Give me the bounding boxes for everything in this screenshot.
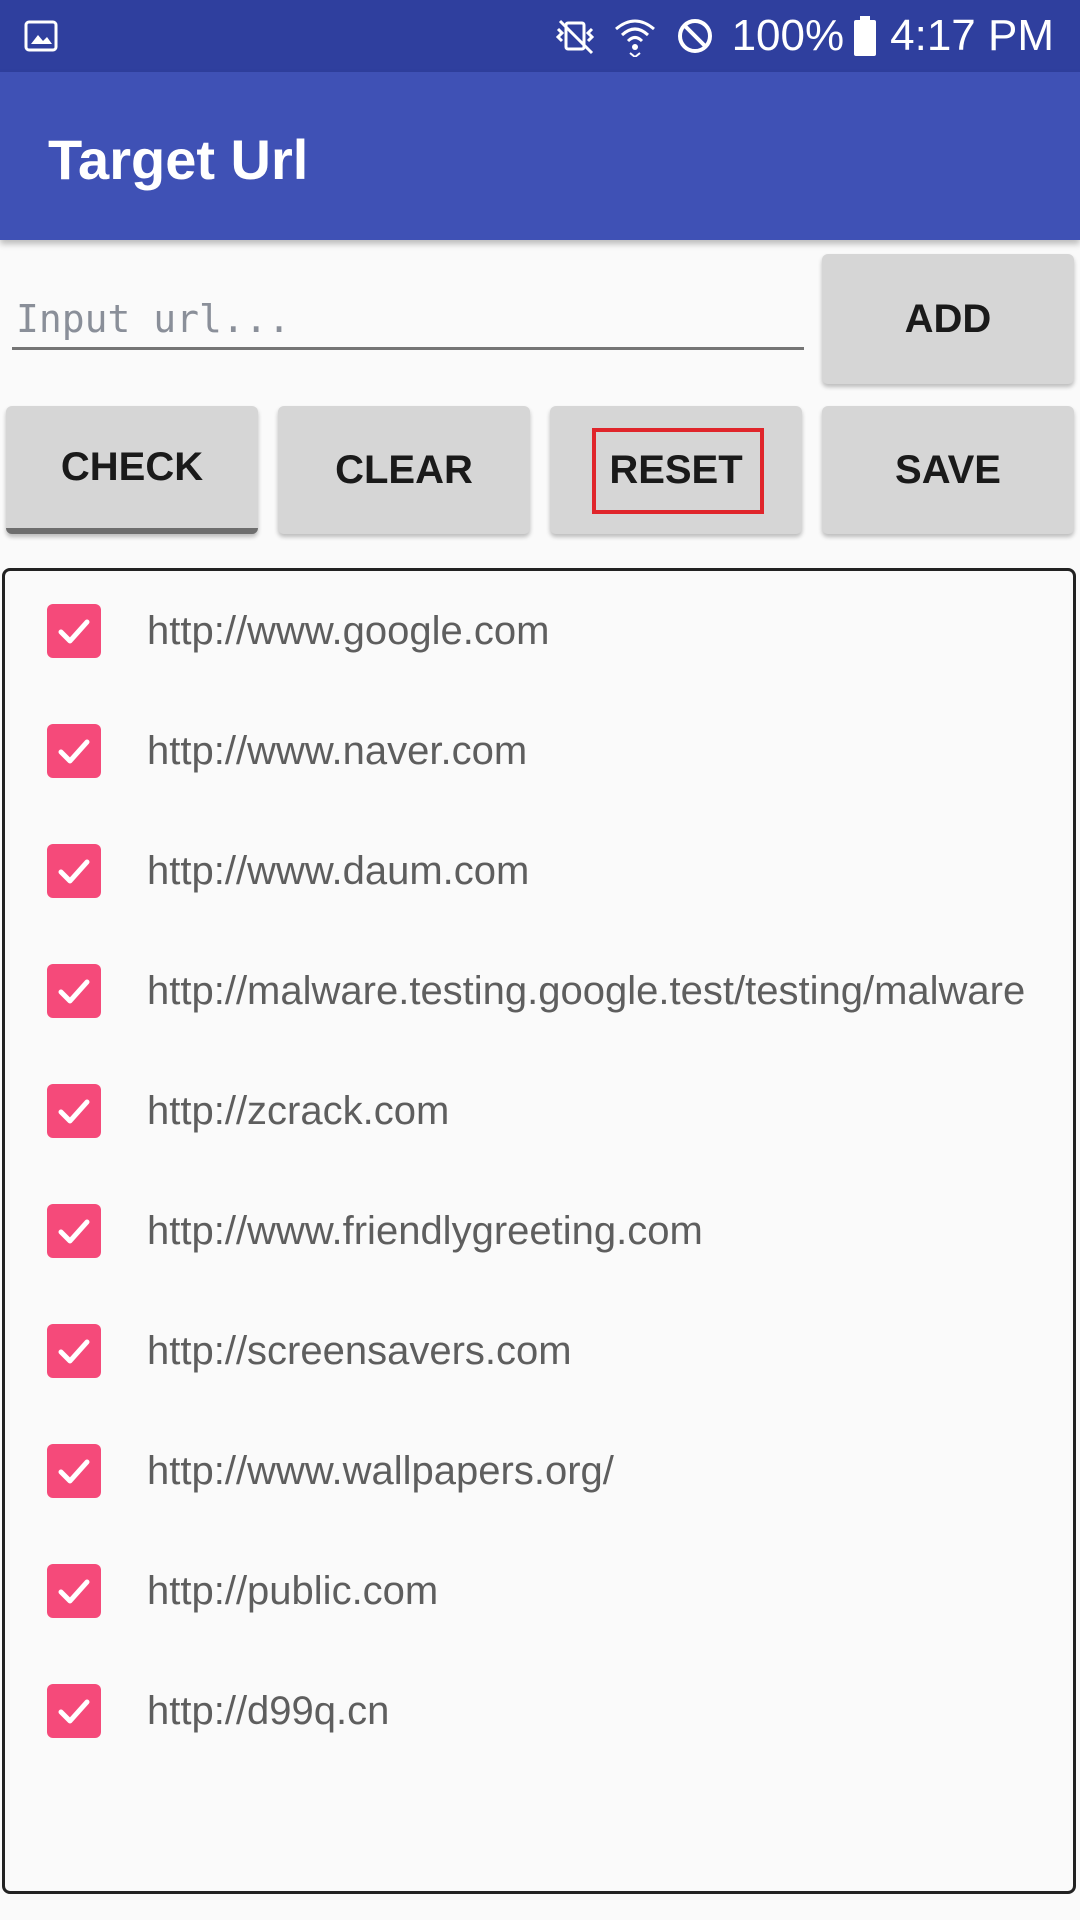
checkbox[interactable] — [47, 724, 101, 778]
vibrate-mute-icon — [555, 19, 594, 55]
add-button[interactable]: ADD — [822, 254, 1074, 384]
url-list[interactable]: http://www.google.com http://www.naver.co… — [2, 568, 1076, 1894]
list-item[interactable]: http://screensavers.com — [5, 1291, 1073, 1411]
url-label: http://www.friendlygreeting.com — [147, 1208, 703, 1253]
list-item[interactable]: http://www.google.com — [5, 571, 1073, 691]
list-item[interactable]: http://www.wallpapers.org/ — [5, 1411, 1073, 1531]
checkbox[interactable] — [47, 1684, 101, 1738]
checkbox[interactable] — [47, 1204, 101, 1258]
checkmark-icon — [58, 1579, 90, 1604]
page-title: Target Url — [48, 128, 309, 191]
checkbox[interactable] — [47, 1444, 101, 1498]
checkmark-icon — [58, 1459, 90, 1484]
url-label: http://www.daum.com — [147, 848, 530, 893]
checkbox[interactable] — [47, 1324, 101, 1378]
checkmark-icon — [58, 979, 90, 1004]
clock: 4:17 PM — [890, 11, 1054, 60]
checkbox[interactable] — [47, 1084, 101, 1138]
gallery-icon — [24, 20, 58, 52]
url-input[interactable] — [12, 290, 804, 350]
checkmark-icon — [58, 739, 90, 764]
list-item[interactable]: http://malware.testing.google.test/testi… — [5, 931, 1073, 1051]
url-label: http://malware.testing.google.test/testi… — [147, 968, 1026, 1013]
list-item[interactable]: http://public.com — [5, 1531, 1073, 1651]
list-item[interactable]: http://www.friendlygreeting.com — [5, 1171, 1073, 1291]
url-label: http://public.com — [147, 1568, 439, 1613]
checkmark-icon — [58, 1699, 90, 1724]
battery-icon — [854, 16, 877, 56]
url-label: http://zcrack.com — [147, 1088, 450, 1133]
save-button[interactable]: SAVE — [822, 406, 1074, 534]
checkmark-icon — [58, 859, 90, 884]
check-button[interactable]: CHECK — [6, 406, 258, 534]
checkbox[interactable] — [47, 844, 101, 898]
url-label: http://www.naver.com — [147, 728, 528, 773]
status-bar: 100% 4:17 PM — [0, 0, 1080, 72]
list-item[interactable]: http://d99q.cn — [5, 1651, 1073, 1771]
checkbox[interactable] — [47, 964, 101, 1018]
clear-button[interactable]: CLEAR — [278, 406, 530, 534]
list-item[interactable]: http://www.naver.com — [5, 691, 1073, 811]
checkbox[interactable] — [47, 1564, 101, 1618]
list-item[interactable]: http://www.daum.com — [5, 811, 1073, 931]
url-label: http://www.google.com — [147, 608, 550, 653]
url-label: http://www.wallpapers.org/ — [147, 1448, 614, 1493]
battery-percent: 100% — [731, 11, 845, 60]
reset-button[interactable]: RESET — [550, 406, 802, 534]
checkmark-icon — [58, 1219, 90, 1244]
do-not-disturb-icon — [677, 19, 712, 53]
list-item[interactable]: http://zcrack.com — [5, 1051, 1073, 1171]
status-icons: 100% 4:17 PM — [552, 0, 1054, 72]
wifi-icon — [614, 19, 655, 57]
url-label: http://d99q.cn — [147, 1688, 390, 1733]
checkmark-icon — [58, 619, 90, 644]
checkmark-icon — [58, 1099, 90, 1124]
checkmark-icon — [58, 1339, 90, 1364]
checkbox[interactable] — [47, 604, 101, 658]
app-bar: Target Url — [0, 72, 1080, 240]
battery-status: 100% — [732, 0, 877, 72]
url-label: http://screensavers.com — [147, 1328, 572, 1373]
